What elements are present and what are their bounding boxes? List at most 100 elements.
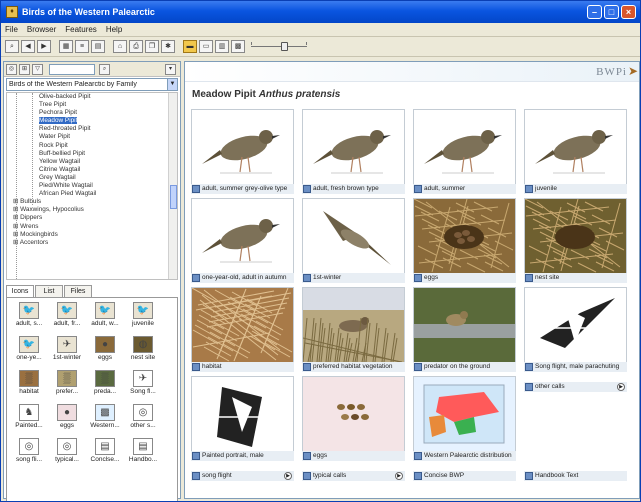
menu-help[interactable]: Help bbox=[106, 25, 122, 34]
media-thumbnail[interactable] bbox=[413, 198, 516, 274]
media-card[interactable]: nest site bbox=[524, 198, 627, 283]
media-thumbnail[interactable] bbox=[302, 109, 405, 185]
search-icon[interactable]: ⌕ bbox=[5, 40, 19, 53]
media-icon-item[interactable]: 🐦 adult, w... bbox=[89, 302, 121, 332]
search-input[interactable] bbox=[49, 63, 95, 75]
print-icon[interactable]: ⎙ bbox=[129, 40, 143, 53]
media-thumbnail[interactable] bbox=[524, 109, 627, 185]
media-card[interactable]: 1st-winter bbox=[302, 198, 405, 283]
find-icon[interactable]: ⌕ bbox=[99, 63, 110, 75]
media-icon-item[interactable]: 🐦 adult, s... bbox=[13, 302, 45, 332]
media-icon-item[interactable]: ▒ preda... bbox=[89, 370, 121, 400]
media-card[interactable]: adult, summer grey-olive type bbox=[191, 109, 294, 194]
sound-item[interactable]: song flight ▶ bbox=[191, 471, 294, 481]
document-item[interactable]: Handbook Text bbox=[524, 471, 627, 481]
media-thumbnail[interactable] bbox=[191, 109, 294, 185]
tab-icons[interactable]: Icons bbox=[6, 285, 34, 297]
media-icon-item[interactable]: ✈ Song fl... bbox=[127, 370, 159, 400]
scroll-thumb[interactable] bbox=[170, 185, 177, 209]
play-icon[interactable]: ▶ bbox=[395, 472, 403, 480]
media-card[interactable]: juvenile bbox=[524, 109, 627, 194]
media-thumbnail[interactable] bbox=[302, 287, 405, 363]
chevron-down-icon[interactable]: ▼ bbox=[167, 79, 177, 90]
folder-icon[interactable]: ▬ bbox=[183, 40, 197, 53]
detail-view-icon[interactable]: ▤ bbox=[91, 40, 105, 53]
media-icon-item[interactable]: ● eggs bbox=[51, 404, 83, 434]
media-icon-item[interactable]: ◎ other s... bbox=[127, 404, 159, 434]
media-icon-item[interactable]: 🐦 juvenile bbox=[127, 302, 159, 332]
list-view-icon[interactable]: ≡ bbox=[75, 40, 89, 53]
sound-item[interactable]: typical calls ▶ bbox=[302, 471, 405, 481]
media-card[interactable]: Painted portrait, male bbox=[191, 376, 294, 461]
media-thumbnail[interactable] bbox=[524, 287, 627, 363]
tree-scrollbar[interactable] bbox=[168, 93, 177, 279]
media-card[interactable]: adult, fresh brown type bbox=[302, 109, 405, 194]
thumbnail-icon[interactable]: ▩ bbox=[231, 40, 245, 53]
media-thumbnail[interactable] bbox=[524, 198, 627, 274]
document-item[interactable]: Concise BWP bbox=[413, 471, 516, 481]
play-icon[interactable]: ▶ bbox=[617, 383, 625, 391]
media-icon-item[interactable]: ◎ typical... bbox=[51, 438, 83, 468]
media-thumbnail[interactable] bbox=[302, 198, 405, 274]
media-icon-item[interactable]: ▒ habitat bbox=[13, 370, 45, 400]
media-card[interactable]: habitat bbox=[191, 287, 294, 372]
media-card[interactable]: predator on the ground bbox=[413, 287, 516, 372]
binoculars-icon[interactable]: ◎ bbox=[6, 63, 17, 75]
home-icon[interactable]: ⌂ bbox=[113, 40, 127, 53]
media-icon-item[interactable]: ▒ prefer... bbox=[51, 370, 83, 400]
media-thumbnail[interactable] bbox=[413, 109, 516, 185]
media-icon-item[interactable]: 🐦 adult, fr... bbox=[51, 302, 83, 332]
media-thumbnail[interactable] bbox=[413, 287, 516, 363]
tree-group[interactable]: ⊞ Wrens bbox=[7, 223, 177, 231]
media-thumbnail[interactable] bbox=[191, 376, 294, 452]
media-thumbnail[interactable] bbox=[191, 287, 294, 363]
media-icon-item[interactable]: ♞ Painted... bbox=[13, 404, 45, 434]
media-card[interactable]: Western Palearctic distribution bbox=[413, 376, 516, 461]
tab-list[interactable]: List bbox=[35, 285, 63, 297]
tree-group[interactable]: ⊞ Waxwings, Hypocolius bbox=[7, 206, 177, 214]
tree-group[interactable]: ⊞ Dippers bbox=[7, 214, 177, 222]
panel-menu-icon[interactable]: ▾ bbox=[165, 63, 176, 75]
media-icon-item[interactable]: ▤ Conclse... bbox=[89, 438, 121, 468]
tree-group[interactable]: ⊞ Mockingbirds bbox=[7, 231, 177, 239]
sound-item[interactable]: other calls ▶ bbox=[524, 382, 627, 392]
menu-browser[interactable]: Browser bbox=[27, 25, 56, 34]
media-thumbnail[interactable] bbox=[302, 376, 405, 452]
zoom-slider[interactable] bbox=[251, 40, 307, 53]
media-card[interactable]: adult, summer bbox=[413, 109, 516, 194]
menu-file[interactable]: File bbox=[5, 25, 18, 34]
filter-icon[interactable]: ▽ bbox=[32, 63, 43, 75]
bird-flying-icon: ✈ bbox=[133, 370, 153, 387]
media-icon-item[interactable]: ● eggs bbox=[89, 336, 121, 366]
minimize-icon[interactable]: – bbox=[587, 5, 602, 19]
tab-files[interactable]: Files bbox=[64, 285, 92, 297]
back-icon[interactable]: ◀ bbox=[21, 40, 35, 53]
media-thumbnail[interactable] bbox=[191, 198, 294, 274]
media-icon-item[interactable]: ▤ Handbo... bbox=[127, 438, 159, 468]
media-icon-item[interactable]: 🐦 one-ye... bbox=[13, 336, 45, 366]
settings-icon[interactable]: ✱ bbox=[161, 40, 175, 53]
maximize-icon[interactable]: □ bbox=[604, 5, 619, 19]
zoom-slider-thumb[interactable] bbox=[281, 42, 288, 51]
grid-view-icon[interactable]: ▦ bbox=[59, 40, 73, 53]
taxonomy-select[interactable]: Birds of the Western Palearctic by Famil… bbox=[6, 78, 178, 91]
tree-view-icon[interactable]: ⊞ bbox=[19, 63, 30, 75]
media-card[interactable]: one-year-old, adult in autumn bbox=[191, 198, 294, 283]
menu-features[interactable]: Features bbox=[65, 25, 97, 34]
media-card[interactable]: Song flight, male parachuting bbox=[524, 287, 627, 372]
play-icon[interactable]: ▶ bbox=[284, 472, 292, 480]
media-icon-item[interactable]: ◍ nest site bbox=[127, 336, 159, 366]
media-card[interactable]: preferred habitat vegetation bbox=[302, 287, 405, 372]
media-thumbnail[interactable] bbox=[413, 376, 516, 452]
forward-icon[interactable]: ▶ bbox=[37, 40, 51, 53]
media-icon-item[interactable]: ▩ Western... bbox=[89, 404, 121, 434]
close-icon[interactable]: × bbox=[621, 5, 636, 19]
window-icon[interactable]: ▭ bbox=[199, 40, 213, 53]
media-card[interactable]: eggs bbox=[413, 198, 516, 283]
media-card[interactable]: eggs bbox=[302, 376, 405, 461]
media-icon-item[interactable]: ◎ song fli... bbox=[13, 438, 45, 468]
tile-icon[interactable]: ▥ bbox=[215, 40, 229, 53]
tree-group[interactable]: ⊞ Accentors bbox=[7, 239, 177, 247]
copy-icon[interactable]: ❐ bbox=[145, 40, 159, 53]
media-icon-item[interactable]: ✈ 1st-winter bbox=[51, 336, 83, 366]
